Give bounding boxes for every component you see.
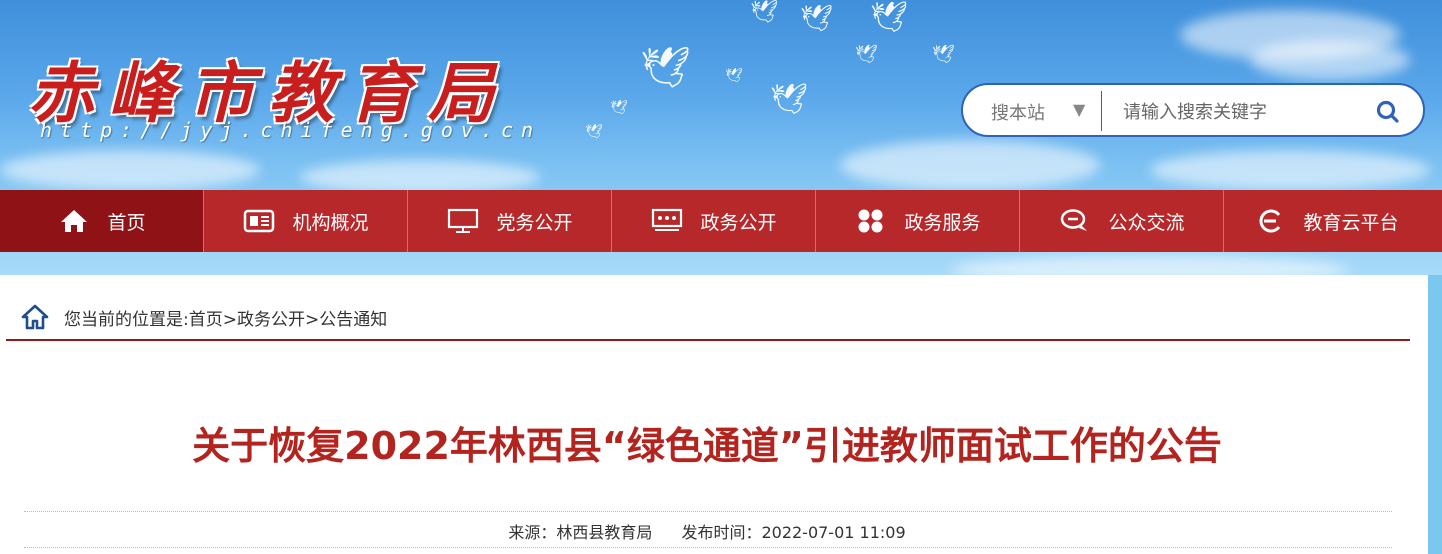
meta-divider-top	[24, 511, 1392, 512]
dove-icon: 🕊	[770, 82, 809, 117]
dove-icon: 🕊	[725, 68, 743, 84]
nav-item-government-services[interactable]: 政务服务	[816, 190, 1020, 252]
nav-item-home[interactable]: 首页	[0, 190, 204, 252]
search-box: 搜本站 ▼	[961, 83, 1425, 137]
grid-icon	[854, 206, 888, 236]
nav-item-party-affairs[interactable]: 党务公开	[408, 190, 612, 252]
search-icon[interactable]	[1375, 99, 1401, 125]
article-publish-time: 发布时间：2022-07-01 11:09	[681, 523, 906, 542]
chat-icon	[1058, 206, 1092, 236]
search-input[interactable]	[1121, 97, 1355, 127]
nav-item-education-cloud[interactable]: 教育云平台	[1224, 190, 1428, 252]
home-icon	[57, 206, 91, 236]
dove-icon: 🕊	[932, 44, 955, 65]
home-icon[interactable]	[20, 303, 50, 331]
cloud-e-icon	[1253, 206, 1287, 236]
article-meta: 来源：林西县教育局 发布时间：2022-07-01 11:09	[0, 519, 1414, 543]
presentation-icon	[650, 206, 684, 236]
main-content: 您当前的位置是: 首页>政务公开>公告通知 关于恢复2022年林西县“绿色通道”…	[0, 275, 1428, 554]
nav-item-label: 教育云平台	[1303, 211, 1399, 234]
nav-item-label: 公众交流	[1108, 211, 1185, 234]
nav-item-label: 政务公开	[700, 211, 777, 234]
dove-icon: 🕊	[640, 45, 691, 91]
site-url: http://jyj.chifeng.gov.cn	[40, 118, 542, 142]
dove-icon: 🕊	[610, 100, 628, 116]
dove-icon: 🕊	[750, 0, 778, 25]
dove-icon: 🕊	[800, 4, 834, 34]
search-scope-select[interactable]: 搜本站	[991, 99, 1045, 125]
chevron-down-icon[interactable]: ▼	[1073, 100, 1085, 119]
page-edge-strip	[1428, 275, 1442, 554]
breadcrumb: 您当前的位置是: 首页>政务公开>公告通知	[20, 303, 387, 331]
nav-item-label: 党务公开	[496, 211, 573, 234]
dove-icon: 🕊	[870, 0, 909, 35]
nav-item-label: 首页	[107, 211, 146, 234]
header-banner: 🕊 🕊 🕊 🕊 🕊 🕊 🕊 🕊 🕊 🕊 赤峰市教育局 http://jyj.ch…	[0, 0, 1442, 275]
nav-item-government-affairs[interactable]: 政务公开	[612, 190, 816, 252]
nav-item-organization[interactable]: 机构概况	[204, 190, 408, 252]
article-source: 来源：林西县教育局	[508, 523, 653, 542]
monitor-icon	[446, 206, 480, 236]
dove-icon: 🕊	[585, 124, 603, 140]
meta-divider-bottom	[24, 547, 1392, 548]
breadcrumb-divider	[6, 339, 1410, 341]
breadcrumb-path[interactable]: 首页>政务公开>公告通知	[189, 305, 388, 330]
main-nav: 首页 机构概况 党务公开 政务公开 政务服务 公众交流 教育云平台	[0, 190, 1442, 252]
document-icon	[242, 206, 276, 236]
nav-item-label: 机构概况	[292, 211, 369, 234]
breadcrumb-prefix: 您当前的位置是:	[64, 309, 189, 330]
dove-icon: 🕊	[855, 44, 878, 65]
search-divider	[1101, 91, 1102, 131]
article-title: 关于恢复2022年林西县“绿色通道”引进教师面试工作的公告	[192, 424, 1222, 468]
nav-item-public-communication[interactable]: 公众交流	[1020, 190, 1224, 252]
nav-item-label: 政务服务	[904, 211, 981, 234]
